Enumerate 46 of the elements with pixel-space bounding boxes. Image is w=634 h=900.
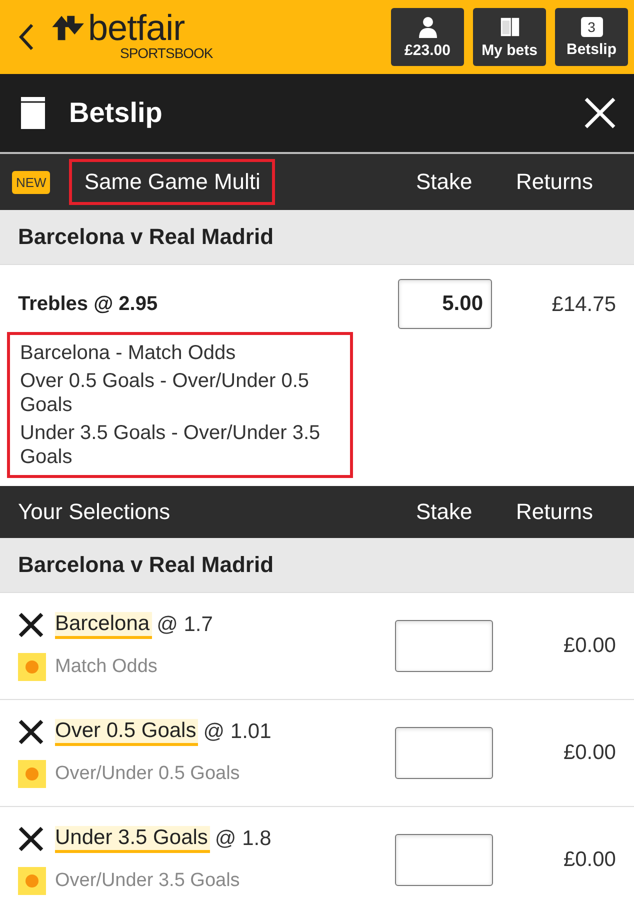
selection-name: Under 3.5 Goals	[55, 826, 210, 852]
event-name: Barcelona v Real Madrid	[18, 552, 274, 578]
section-title: Same Game Multi	[69, 159, 276, 205]
tickets-icon	[500, 16, 520, 38]
my-bets-button[interactable]: My bets	[473, 8, 546, 66]
person-icon	[418, 16, 438, 38]
selection-name: Barcelona	[55, 612, 152, 638]
market-name: Over/Under 0.5 Goals	[55, 762, 240, 784]
bet-title: Trebles @ 2.95	[18, 293, 159, 316]
new-badge: NEW	[12, 170, 50, 194]
selection-name: Over 0.5 Goals	[55, 718, 198, 746]
stake-field[interactable]	[395, 834, 493, 886]
odds-text: @ 1.8	[214, 827, 272, 851]
column-heading: Stake	[416, 169, 474, 195]
betslip-count: 3	[580, 16, 602, 36]
remove-icon[interactable]	[18, 826, 44, 852]
market-name: Match Odds	[55, 656, 158, 678]
returns-value: £0.00	[563, 634, 616, 658]
account-button[interactable]: £23.00	[391, 8, 464, 66]
returns-value: £14.75	[552, 293, 616, 317]
event-name: Barcelona v Real Madrid	[18, 224, 274, 250]
section-title: Your Selections	[18, 499, 170, 525]
betslip-button[interactable]: 3 Betslip	[555, 8, 628, 66]
betslip-icon	[20, 97, 46, 129]
stake-field[interactable]	[395, 620, 493, 672]
betslip-title: Betslip	[69, 97, 162, 129]
column-heading: Stake	[416, 499, 474, 525]
column-heading: Returns	[516, 499, 594, 525]
leg-text: Over 0.5 Goals - Over/Under 0.5 Goals	[20, 369, 310, 417]
returns-value: £0.00	[563, 741, 616, 765]
remove-icon[interactable]	[18, 719, 44, 745]
market-name: Over/Under 3.5 Goals	[55, 870, 240, 892]
leg-text: Barcelona - Match Odds	[20, 341, 237, 365]
leg-text: Under 3.5 Goals - Over/Under 3.5 Goals	[20, 421, 322, 469]
remove-icon[interactable]	[18, 612, 44, 638]
odds-text: @ 1.7	[156, 613, 213, 637]
odds-text: @ 1.01	[203, 720, 272, 744]
brand-name: betfair	[88, 10, 186, 46]
close-icon[interactable]	[584, 97, 616, 129]
brand-subtitle: SPORTSBOOK	[120, 46, 213, 60]
returns-value: £0.00	[563, 848, 616, 872]
stake-field[interactable]: 5.00	[398, 279, 492, 329]
arrows-logo-icon	[52, 14, 86, 42]
stake-field[interactable]	[395, 727, 493, 779]
back-icon[interactable]	[18, 23, 34, 51]
column-heading: Returns	[516, 169, 594, 195]
